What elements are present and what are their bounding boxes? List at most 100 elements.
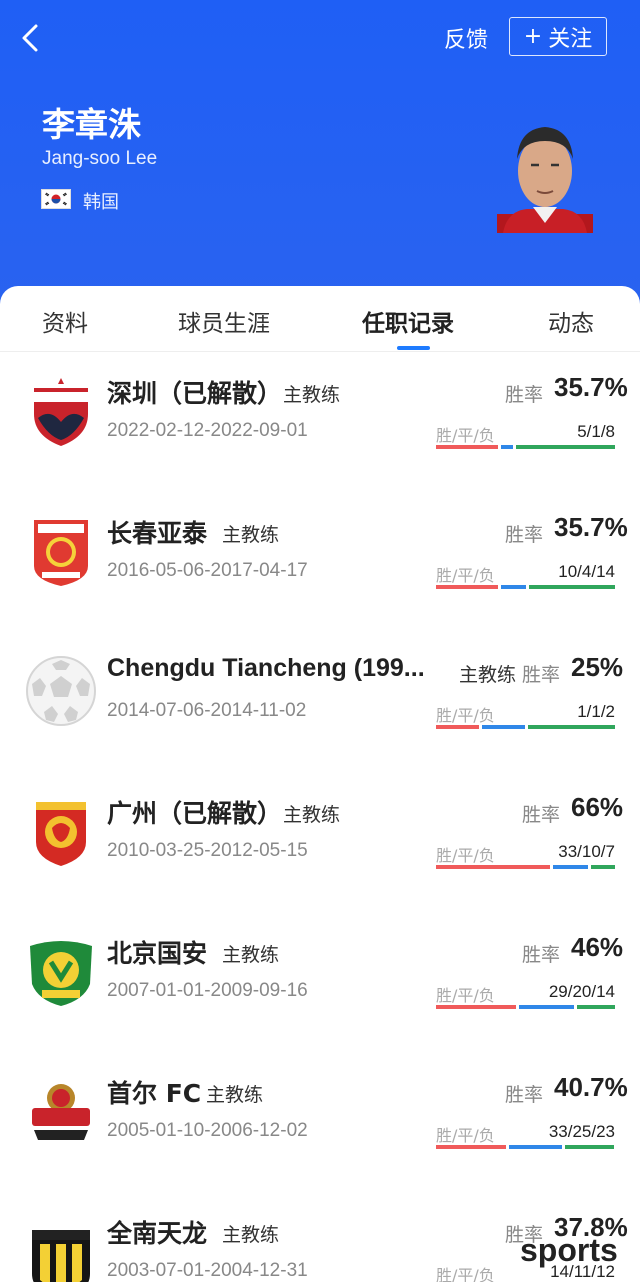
role-label: 主教练 (222, 1224, 280, 1246)
draw-segment (482, 725, 525, 729)
wdl-label: 胜/平/负 (436, 566, 495, 585)
list-item[interactable]: 首尔 FC 主教练 2005-01-10-2006-12-02 胜率 40.7%… (0, 1052, 640, 1192)
list-item[interactable]: Chengdu Tiancheng (199... 主教练 胜率 25% 201… (0, 632, 640, 772)
win-segment (436, 1145, 506, 1149)
team-name: 广州（已解散） (107, 799, 283, 828)
loss-segment (528, 725, 615, 729)
wdl-bar (436, 865, 615, 869)
follow-label: 关注 (548, 26, 593, 52)
wdl-record: 33/25/23 (548, 1122, 615, 1141)
jeonnam-dragons-logo (24, 1214, 98, 1282)
fc-seoul-logo (24, 1074, 98, 1148)
coach-name: 李章洙 (42, 105, 141, 144)
tenure-dates: 2007-01-01-2009-09-16 (107, 980, 308, 1001)
wdl-label: 胜/平/负 (436, 1266, 495, 1282)
draw-segment (509, 1145, 562, 1149)
profile-header: 反馈 + 关注 李章洙 Jang-soo Lee 韩国 (0, 0, 640, 320)
wdl-label: 胜/平/负 (436, 706, 495, 725)
generic-football-icon (24, 654, 98, 728)
wdl-record: 1/1/2 (577, 702, 615, 721)
wdl-label: 胜/平/负 (436, 846, 495, 865)
beijing-guoan-logo (24, 934, 98, 1008)
team-name: Chengdu Tiancheng (199... (107, 654, 425, 682)
win-segment (436, 725, 479, 729)
guangzhou-fc-logo (24, 794, 98, 868)
win-rate-label: 胜率 (522, 804, 561, 826)
feedback-button[interactable]: 反馈 (444, 22, 488, 54)
tab-news[interactable]: 动态 (548, 304, 594, 338)
win-rate-value: 66% (571, 792, 624, 822)
list-item[interactable]: 深圳（已解散） 主教练 2022-02-12-2022-09-01 胜率 35.… (0, 352, 640, 492)
win-segment (436, 865, 550, 869)
win-rate-label: 胜率 (522, 664, 561, 686)
tab-bar: 资料 球员生涯 任职记录 动态 (0, 286, 640, 352)
win-segment (436, 1005, 516, 1009)
win-rate-label: 胜率 (522, 944, 561, 966)
wdl-record: 33/10/7 (558, 842, 615, 861)
wdl-record: 29/20/14 (548, 982, 615, 1001)
shenzhen-fc-logo (24, 374, 98, 448)
tab-player-career[interactable]: 球员生涯 (178, 304, 270, 338)
role-label: 主教练 (206, 1084, 264, 1106)
korea-flag-icon (41, 189, 71, 209)
sports-watermark: sports (520, 1232, 618, 1268)
win-segment (436, 445, 498, 449)
coach-english-name: Jang-soo Lee (42, 148, 158, 169)
tenure-dates: 2005-01-10-2006-12-02 (107, 1120, 308, 1141)
list-item[interactable]: 广州（已解散） 主教练 2010-03-25-2012-05-15 胜率 66%… (0, 772, 640, 912)
wdl-label: 胜/平/负 (436, 986, 495, 1005)
tenure-dates: 2003-07-01-2004-12-31 (107, 1260, 308, 1281)
win-segment (436, 585, 498, 589)
team-name: 全南天龙 (107, 1219, 208, 1248)
win-rate-value: 46% (571, 932, 624, 962)
loss-segment (528, 585, 615, 589)
wdl-label: 胜/平/负 (436, 1126, 495, 1145)
win-rate-value: 25% (571, 652, 624, 682)
content-panel: 资料 球员生涯 任职记录 动态 深圳（已解散） 主教练 2022-02-12-2… (0, 286, 640, 1282)
tenure-dates: 2022-02-12-2022-09-01 (107, 420, 308, 441)
win-rate-label: 胜率 (505, 524, 544, 546)
loss-segment (577, 1005, 615, 1009)
win-rate-value: 35.7% (554, 372, 628, 402)
role-label: 主教练 (283, 384, 341, 406)
plus-icon: + (523, 24, 543, 49)
draw-segment (553, 865, 588, 869)
list-item[interactable]: 长春亚泰 主教练 2016-05-06-2017-04-17 胜率 35.7% … (0, 492, 640, 632)
active-tab-indicator (397, 346, 430, 350)
wdl-bar (436, 1145, 615, 1149)
role-label: 主教练 (459, 664, 517, 686)
wdl-bar (436, 445, 615, 449)
role-label: 主教练 (222, 944, 280, 966)
draw-segment (500, 585, 526, 589)
win-rate-value: 40.7% (554, 1072, 628, 1102)
win-rate-value: 35.7% (554, 512, 628, 542)
wdl-label: 胜/平/负 (436, 426, 495, 445)
loss-segment (591, 865, 615, 869)
wdl-bar (436, 585, 615, 589)
role-label: 主教练 (222, 524, 280, 546)
wdl-bar (436, 725, 615, 729)
country-name: 韩国 (83, 192, 119, 213)
follow-button[interactable]: + 关注 (509, 17, 607, 56)
back-button[interactable] (14, 18, 50, 58)
team-name: 北京国安 (107, 939, 208, 968)
tenure-dates: 2010-03-25-2012-05-15 (107, 840, 308, 861)
draw-segment (501, 445, 513, 449)
list-item[interactable]: 北京国安 主教练 2007-01-01-2009-09-16 胜率 46% 胜/… (0, 912, 640, 1052)
loss-segment (565, 1145, 614, 1149)
team-name: 首尔 FC (107, 1079, 202, 1108)
tenure-dates: 2016-05-06-2017-04-17 (107, 560, 308, 581)
tab-profile[interactable]: 资料 (42, 304, 88, 338)
changchun-yatai-logo (24, 514, 98, 588)
wdl-bar (436, 1005, 615, 1009)
team-name: 长春亚泰 (107, 519, 208, 548)
chevron-left-icon (22, 24, 38, 52)
win-rate-label: 胜率 (505, 384, 544, 406)
win-rate-label: 胜率 (505, 1084, 544, 1106)
tab-coaching-record[interactable]: 任职记录 (362, 304, 454, 338)
avatar (497, 119, 593, 233)
tenure-dates: 2014-07-06-2014-11-02 (107, 700, 307, 721)
team-name: 深圳（已解散） (107, 379, 283, 408)
wdl-record: 5/1/8 (577, 422, 615, 441)
wdl-record: 10/4/14 (558, 562, 615, 581)
